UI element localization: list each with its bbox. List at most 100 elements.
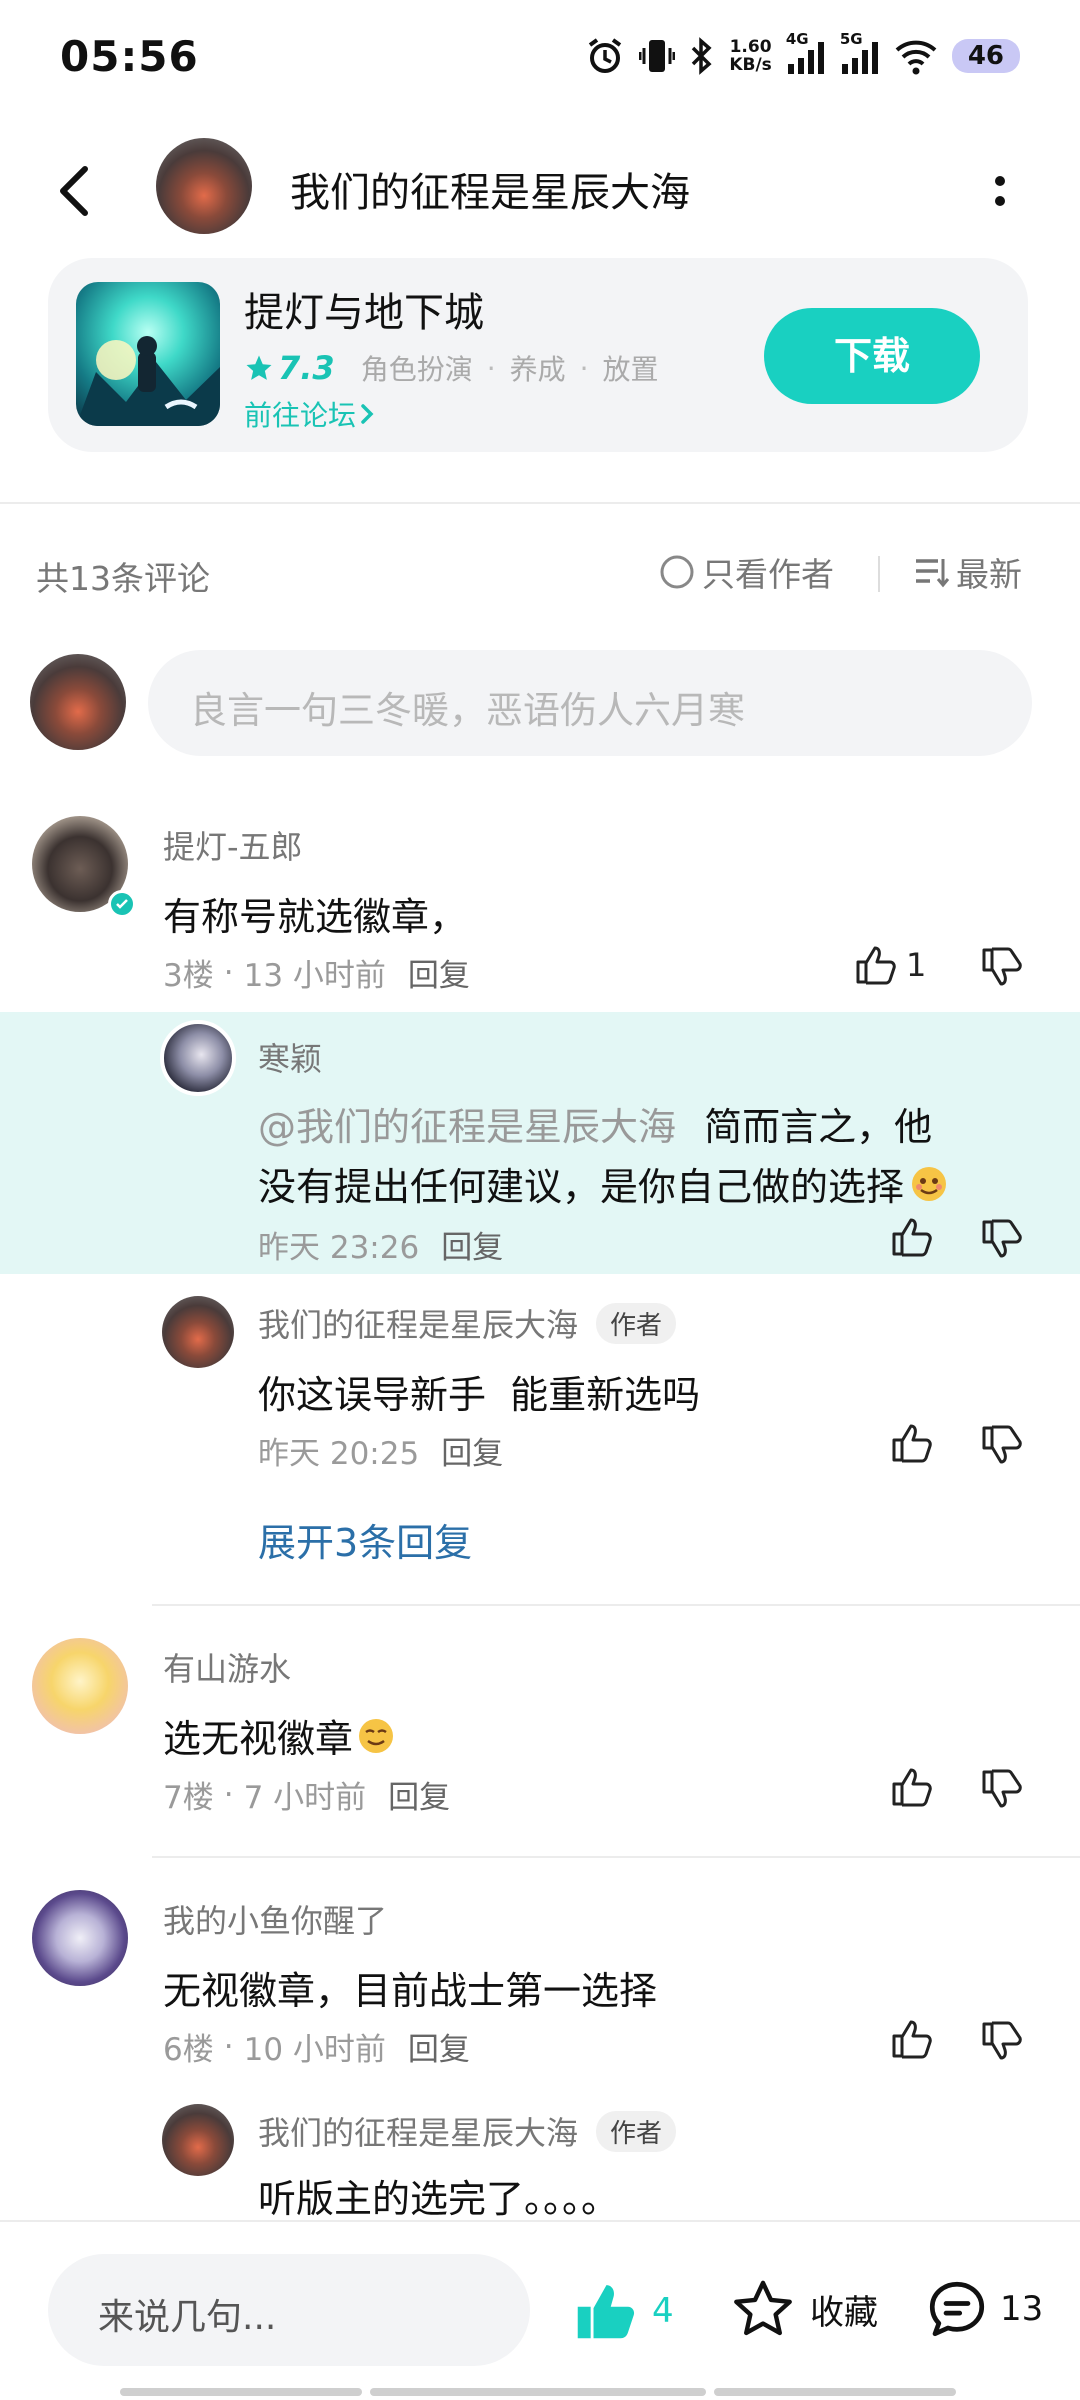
- top-app-bar: 我们的征程是星辰大海: [0, 130, 1080, 250]
- signal-4g-label: 4G: [785, 30, 809, 48]
- status-time: 05:56: [60, 32, 199, 81]
- status-bar: 05:56 1.60 KB/s 4G 5G 46: [0, 0, 1080, 120]
- reply-input-placeholder: 来说几句...: [98, 2297, 277, 2338]
- reply-button[interactable]: 回复: [441, 1428, 503, 1473]
- progress-segment: [714, 2388, 956, 2396]
- game-tag: 放置: [602, 353, 659, 386]
- thumbs-up-icon: [892, 1218, 932, 1257]
- comment-time: 13 小时前: [243, 958, 386, 994]
- sort-button[interactable]: 最新: [912, 548, 1022, 596]
- commenter-name[interactable]: 我的小鱼你醒了: [163, 1896, 387, 1942]
- reply-text: 没有提出任何建议，是你自己做的选择: [258, 1165, 905, 1209]
- replier-name[interactable]: 我们的征程是星辰大海: [258, 1300, 578, 1346]
- comment-time: 10 小时前: [243, 2032, 386, 2068]
- game-title: 提灯与地下城: [244, 290, 484, 336]
- author-only-label: 只看作者: [702, 555, 834, 594]
- comment-time: 7 小时前: [243, 1780, 367, 1816]
- signal-5g: 5G: [840, 30, 880, 76]
- replier-header: 我们的征程是星辰大海 作者: [258, 2108, 677, 2154]
- emoji-icon: [359, 1718, 394, 1753]
- replier-header: 我们的征程是星辰大海 作者: [258, 1300, 677, 1346]
- like-button[interactable]: 1: [852, 942, 926, 988]
- dislike-button[interactable]: [978, 1766, 1024, 1816]
- comment-meta: 6楼 · 10 小时前 回复: [163, 2024, 470, 2069]
- user-avatar[interactable]: [30, 654, 126, 750]
- game-icon[interactable]: [76, 282, 220, 426]
- section-divider: [0, 502, 1080, 504]
- comment-bubble-icon: [929, 2281, 985, 2337]
- download-button[interactable]: 下载: [764, 308, 980, 404]
- like-button[interactable]: [888, 1214, 934, 1264]
- dislike-button[interactable]: [978, 944, 1024, 994]
- vibrate-icon: [639, 40, 676, 72]
- meta-separator: ·: [223, 954, 234, 991]
- replier-name[interactable]: 寒颖: [258, 1034, 322, 1080]
- reply-text: 听版主的选完了。。。。: [258, 2177, 620, 2221]
- sort-list-icon: [916, 559, 950, 588]
- commenter-name[interactable]: 提灯-五郎: [163, 822, 303, 868]
- check-icon: [116, 899, 128, 909]
- comments-count: 13: [1000, 2289, 1044, 2329]
- forum-link[interactable]: 前往论坛: [244, 394, 378, 434]
- reply-mention[interactable]: @我们的征程是星辰大海: [258, 1105, 676, 1149]
- toolbar-divider: [878, 556, 880, 592]
- replier-avatar[interactable]: [160, 1020, 236, 1096]
- post-like-button[interactable]: 4: [572, 2278, 674, 2344]
- page-title: 我们的征程是星辰大海: [290, 170, 690, 216]
- thumbs-down-icon: [982, 1219, 1022, 1258]
- reply-button[interactable]: 回复: [408, 2024, 470, 2069]
- reply-input[interactable]: 来说几句...: [48, 2254, 530, 2366]
- expand-replies-link[interactable]: 展开3条回复: [258, 1512, 472, 1567]
- author-avatar[interactable]: [156, 138, 252, 234]
- dislike-button[interactable]: [978, 1216, 1024, 1266]
- dislike-button[interactable]: [978, 1422, 1024, 1472]
- game-rating-row: 7.3 角色扮演 · 养成 · 放置: [244, 348, 659, 388]
- wifi-icon: [895, 40, 937, 75]
- like-button[interactable]: [888, 1764, 934, 1814]
- like-count: 1: [906, 946, 927, 984]
- net-speed-value: 1.60: [729, 37, 772, 57]
- author-badge: 作者: [596, 1302, 677, 1344]
- comment-floor: 3楼: [163, 958, 214, 994]
- game-card[interactable]: 提灯与地下城 7.3 角色扮演 · 养成 · 放置 前往论坛 下载: [48, 258, 1028, 452]
- comments-button[interactable]: 13: [924, 2276, 1043, 2342]
- meta-separator: ·: [223, 1776, 234, 1813]
- favorite-label: 收藏: [810, 2292, 878, 2333]
- thumbs-up-filled-icon: [577, 2285, 635, 2339]
- bottom-bar-divider: [0, 2220, 1080, 2222]
- net-speed: 1.60 KB/s: [729, 38, 771, 74]
- reply-button[interactable]: 回复: [441, 1222, 503, 1267]
- reply-button[interactable]: 回复: [408, 950, 470, 995]
- reply-time: 昨天 20:25: [258, 1436, 420, 1472]
- more-options-button[interactable]: [970, 156, 1030, 226]
- replier-avatar[interactable]: [162, 1296, 234, 1368]
- commenter-name[interactable]: 有山游水: [163, 1644, 291, 1690]
- game-tag: 养成: [509, 353, 566, 386]
- signal-4g: 4G: [786, 30, 826, 76]
- progress-segment: [120, 2388, 362, 2396]
- dislike-button[interactable]: [978, 2018, 1024, 2068]
- comment-input-placeholder: 良言一句三冬暖，恶语伤人六月寒: [190, 689, 745, 732]
- commenter-avatar[interactable]: [32, 1890, 128, 1986]
- author-only-toggle[interactable]: 只看作者: [658, 548, 834, 596]
- bottom-action-bar: 来说几句... 4 收藏 13: [0, 2220, 1080, 2400]
- replier-name[interactable]: 我们的征程是星辰大海: [258, 2108, 578, 2154]
- comment-input[interactable]: 良言一句三冬暖，恶语伤人六月寒: [148, 650, 1032, 756]
- net-speed-unit: KB/s: [729, 55, 772, 75]
- like-button[interactable]: [888, 1420, 934, 1470]
- star-outline-icon: [734, 2280, 792, 2336]
- reply-text: 简而言之，他: [704, 1105, 933, 1149]
- back-button[interactable]: [40, 156, 110, 226]
- commenter-avatar[interactable]: [32, 1638, 128, 1734]
- thumbs-up-icon: [856, 946, 896, 985]
- tag-separator: ·: [579, 351, 589, 385]
- like-button[interactable]: [888, 2016, 934, 2066]
- favorite-button[interactable]: 收藏: [730, 2276, 878, 2342]
- reply-text: 你这误导新手 能重新选吗: [258, 1373, 701, 1417]
- comment-text-row: 选无视徽章: [163, 1708, 397, 1763]
- alarm-icon: [589, 38, 622, 73]
- reply-meta: 昨天 23:26 回复: [258, 1222, 503, 1267]
- replier-avatar[interactable]: [162, 2104, 234, 2176]
- comment-text: 选无视徽章: [163, 1717, 354, 1761]
- reply-button[interactable]: 回复: [388, 1772, 450, 1817]
